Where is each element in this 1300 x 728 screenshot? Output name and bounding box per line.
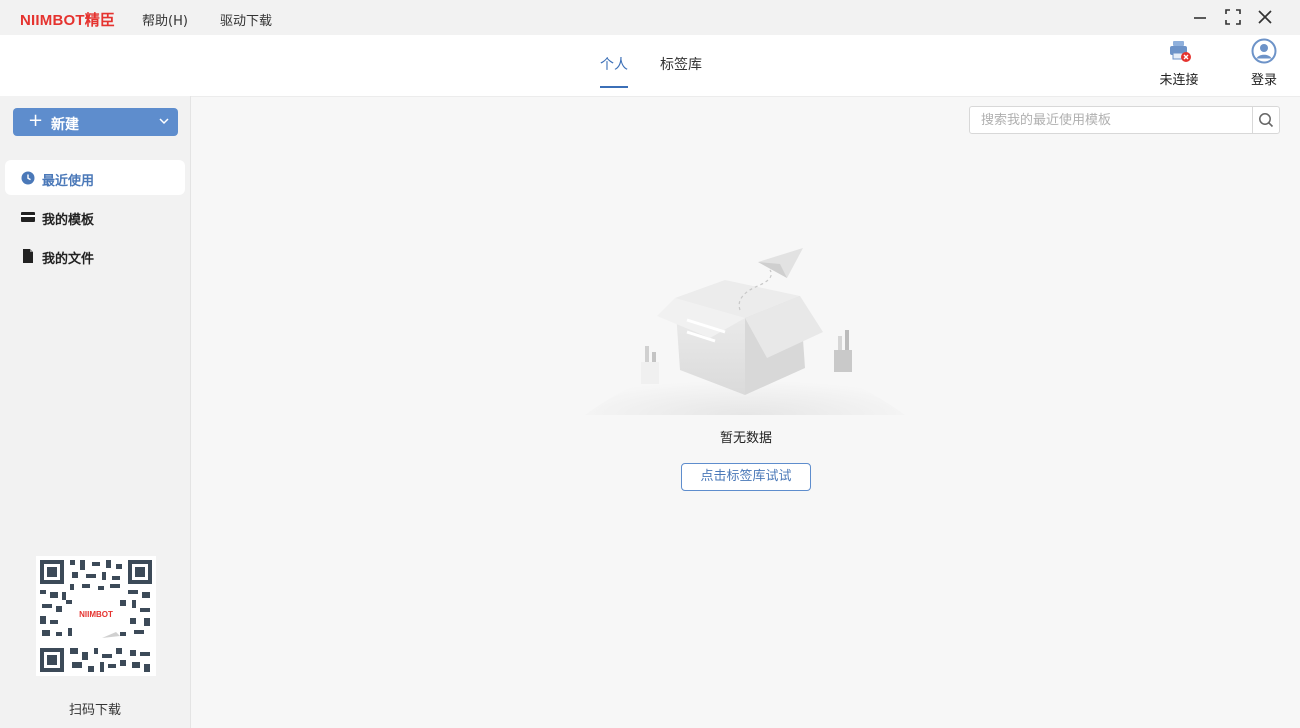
sidebar-item-my-files[interactable]: 我的文件	[5, 238, 185, 273]
file-icon	[23, 249, 33, 263]
chevron-down-icon[interactable]	[158, 115, 170, 127]
try-label-library-button[interactable]: 点击标签库试试	[681, 463, 811, 491]
search-input[interactable]	[970, 107, 1251, 133]
login-label: 登录	[1250, 73, 1277, 88]
minimize-icon[interactable]	[1191, 8, 1209, 26]
printer-disconnected-icon	[1170, 41, 1191, 62]
search-box	[969, 106, 1280, 134]
tab-label-library[interactable]: 标签库	[660, 54, 702, 74]
clock-icon	[21, 171, 35, 185]
plus-icon: +	[28, 110, 44, 131]
printer-status-label: 未连接	[1159, 73, 1199, 88]
sidebar: + 新建 最近使用 我的模板 我的文件 NIIMBOT 扫码下载	[0, 96, 191, 728]
menu-bar: NIIMBOT精臣 帮助(H) 驱动下载	[0, 0, 1300, 35]
search-button[interactable]	[1252, 107, 1279, 133]
empty-box-illustration	[585, 248, 905, 415]
sidebar-item-label: 我的文件	[42, 252, 95, 267]
app-logo: NIIMBOT精臣	[20, 12, 116, 29]
empty-state-text: 暂无数据	[719, 431, 772, 446]
new-button-label: 新建	[51, 117, 79, 133]
user-avatar-icon	[1251, 38, 1277, 64]
qr-download-label: 扫码下载	[68, 703, 121, 718]
app-header: 个人 标签库 未连接 登录	[0, 35, 1300, 97]
tab-personal[interactable]: 个人	[600, 54, 628, 74]
close-icon[interactable]	[1256, 8, 1274, 26]
search-icon	[1259, 113, 1274, 128]
sidebar-item-recent[interactable]: 最近使用	[5, 160, 185, 195]
sidebar-item-label: 最近使用	[42, 174, 95, 189]
template-card-icon	[21, 212, 35, 222]
qr-center-logo: NIIMBOT	[79, 610, 113, 619]
login-button[interactable]: 登录	[1234, 38, 1294, 88]
new-button[interactable]: + 新建	[13, 108, 178, 136]
maximize-icon[interactable]	[1224, 8, 1242, 26]
printer-connection-button[interactable]: 未连接	[1149, 38, 1209, 88]
sidebar-item-my-templates[interactable]: 我的模板	[5, 199, 185, 234]
sidebar-item-label: 我的模板	[42, 213, 95, 228]
menu-driver-download[interactable]: 驱动下载	[220, 10, 272, 29]
active-tab-indicator	[600, 86, 628, 88]
menu-help[interactable]: 帮助(H)	[142, 10, 188, 29]
